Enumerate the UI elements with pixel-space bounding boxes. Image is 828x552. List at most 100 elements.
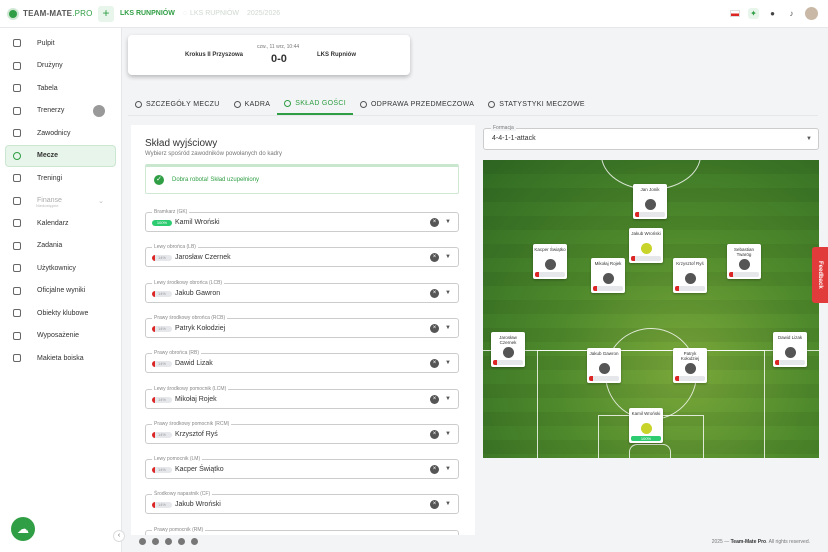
tab-0[interactable]: SZCZEGÓŁY MECZU: [128, 94, 227, 115]
pitch-player-card[interactable]: Jan Jonik: [633, 184, 667, 219]
player-name: Jakub Gawron: [589, 351, 619, 356]
sidebar-item-14[interactable]: Makieta boiska: [0, 347, 121, 370]
tab-4[interactable]: STATYSTYKI MECZOWE: [481, 94, 592, 115]
fitness-bar: [675, 376, 705, 381]
linkedin-icon[interactable]: [178, 538, 185, 545]
fitness-bar: [593, 286, 623, 291]
globe-icon: [13, 286, 21, 295]
player-name: Krzysztof Ryś: [676, 261, 704, 266]
pitch-player-card[interactable]: Kacper Świątko: [533, 244, 567, 279]
team-selector-active[interactable]: LKS RUNPNIÓW: [120, 10, 175, 17]
pitch-player-card[interactable]: Mikołaj Rojek: [591, 258, 625, 293]
chevron-down-icon[interactable]: ▼: [445, 219, 451, 225]
tab-1[interactable]: KADRA: [227, 94, 278, 115]
pitch-player-card[interactable]: Krzysztof Ryś: [673, 258, 707, 293]
sidebar-item-9[interactable]: Zadania: [0, 235, 121, 258]
player-name: Kacper Świątko: [175, 466, 224, 474]
lineup-icon: [284, 100, 292, 107]
sidebar-item-1[interactable]: Drużyny: [0, 55, 121, 78]
clear-icon[interactable]: ×: [430, 465, 439, 475]
toggle[interactable]: [93, 104, 105, 117]
sidebar-item-3[interactable]: Trenerzy: [0, 100, 121, 123]
chevron-down-icon[interactable]: ▼: [445, 466, 451, 472]
chevron-down-icon[interactable]: ▼: [445, 254, 451, 260]
sidebar-item-0[interactable]: Pulpit: [0, 32, 121, 55]
pitch-stripe: [483, 300, 819, 314]
fitness-bar: [493, 360, 523, 365]
youtube-icon[interactable]: [191, 538, 198, 545]
calendar-icon: [13, 219, 21, 228]
fitness-bar: [589, 376, 619, 381]
sidebar-item-label: Drużyny: [37, 62, 63, 70]
chevron-down-icon[interactable]: ▼: [445, 431, 451, 437]
sidebar-item-11[interactable]: Oficjalne wyniki: [0, 280, 121, 303]
pitch-player-card[interactable]: Jarosław Czernek: [491, 332, 525, 367]
position-select[interactable]: Lewy środkowy pomocnik (LCM) 14% Mikołaj R…: [145, 385, 459, 409]
chevron-down-icon[interactable]: ▼: [445, 360, 451, 366]
clear-icon[interactable]: ×: [430, 288, 439, 298]
instagram-icon[interactable]: [165, 538, 172, 545]
season-label[interactable]: 2025/2026: [247, 10, 280, 17]
pitch-icon: [13, 354, 21, 363]
clear-icon[interactable]: ×: [430, 394, 439, 404]
chevron-down-icon[interactable]: ▼: [445, 290, 451, 296]
bell-icon[interactable]: ♪: [786, 8, 797, 19]
chevron-down-icon[interactable]: ▼: [445, 501, 451, 507]
player-photo: [640, 243, 652, 254]
position-select[interactable]: Bramkarz (GK) 100% Kamil Wroński × ▼: [145, 209, 459, 232]
position-select[interactable]: Prawy środkowy obrońca (RCB) 14% Patryk Ko…: [145, 314, 459, 338]
cloud-icon[interactable]: ☁: [11, 517, 35, 541]
position-select[interactable]: Lewy środkowy obrońca (LCB) 14% Jakub Gawr…: [145, 279, 459, 303]
chat-icon[interactable]: ●: [767, 8, 778, 19]
position-select[interactable]: Prawy środkowy pomocnik (RCM) 14% Krzyszto…: [145, 420, 459, 444]
team-selector-inactive[interactable]: ◌ LKS RUPNIÓW: [183, 10, 239, 17]
clear-icon[interactable]: ×: [430, 253, 439, 263]
clear-icon[interactable]: ×: [430, 218, 439, 227]
tab-3[interactable]: ODPRAWA PRZEDMECZOWA: [353, 94, 481, 115]
position-select[interactable]: Prawy obrońca (RB) 14% Dawid Lizak × ▼: [145, 350, 459, 374]
footer: 2025 — Team-Mate Pro. All rights reserve…: [122, 531, 828, 552]
fitness-bar: [729, 272, 759, 277]
sparkle-icon[interactable]: ✦: [748, 8, 759, 19]
sidebar-item-10[interactable]: Użytkownicy: [0, 257, 121, 280]
facebook-icon[interactable]: [152, 538, 159, 545]
sidebar-item-6[interactable]: Treningi: [0, 167, 121, 190]
pitch-player-card[interactable]: Jakub Gawron: [587, 348, 621, 383]
feedback-button[interactable]: Feedback: [812, 247, 828, 303]
sidebar-item-12[interactable]: Obiekty klubowe: [0, 302, 121, 325]
player-photo: [598, 363, 610, 374]
pitch-player-card[interactable]: Dawid Lizak: [773, 332, 807, 367]
sidebar-item-8[interactable]: Kalendarz: [0, 212, 121, 235]
add-button[interactable]: +: [98, 5, 114, 22]
pitch-player-card[interactable]: Patryk Kołodziej: [673, 348, 707, 383]
sidebar-item-13[interactable]: Wyposażenie: [0, 325, 121, 348]
player-name: Krzysztof Ryś: [175, 430, 218, 438]
clear-icon[interactable]: ×: [430, 429, 439, 439]
check-icon: ✓: [154, 175, 164, 185]
formation-select[interactable]: Formacja 4-4-1-1-attack ▼: [483, 125, 819, 150]
user-avatar[interactable]: [805, 7, 818, 20]
pitch-player-card[interactable]: Kamil Wroński 100%: [629, 408, 663, 443]
polish-flag-icon[interactable]: [730, 10, 740, 17]
pitch-player-card[interactable]: Jakub Wroński: [629, 228, 663, 263]
chevron-down-icon: ▼: [806, 136, 812, 142]
sidebar-item-5[interactable]: Mecze: [5, 144, 116, 167]
sidebar-item-7[interactable]: Finanse Niedostępne ⌄: [0, 190, 121, 213]
sidebar-item-label: Mecze: [37, 152, 59, 160]
sidebar-item-2[interactable]: Tabela: [0, 77, 121, 100]
clear-icon[interactable]: ×: [430, 500, 439, 510]
clear-icon[interactable]: ×: [430, 359, 439, 369]
home-icon[interactable]: [139, 538, 146, 545]
player-photo: [640, 423, 652, 434]
chevron-down-icon[interactable]: ▼: [445, 325, 451, 331]
tab-2[interactable]: SKŁAD GOŚCI: [277, 94, 353, 115]
position-select[interactable]: Środkowy napastnik (CF) 14% Jakub Wroński ×…: [145, 491, 459, 515]
chevron-down-icon[interactable]: ▼: [445, 396, 451, 402]
app-logo[interactable]: TEAM-MATE.PRO: [7, 7, 93, 20]
position-select[interactable]: Lewy pomocnik (LM) 14% Kacper Świątko × ▼: [145, 456, 459, 480]
position-select[interactable]: Lewy obrońca (LB) 14% Jarosław Czernek × ▼: [145, 244, 459, 268]
clear-icon[interactable]: ×: [430, 323, 439, 333]
sidebar-item-label: Tabela: [37, 84, 58, 92]
sidebar-item-4[interactable]: Zawodnicy: [0, 122, 121, 145]
pitch-player-card[interactable]: Sebastian Twarög: [727, 244, 761, 279]
